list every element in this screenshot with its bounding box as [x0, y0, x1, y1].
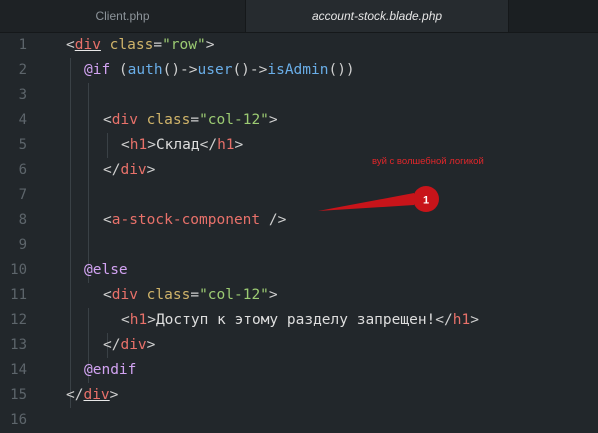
code-line-10: @else — [84, 258, 128, 283]
code-line-4: <div class="col-12"> — [103, 108, 278, 133]
code-line-14: @endif — [84, 358, 136, 383]
tag-name: h1 — [217, 137, 235, 153]
line-number: 16 — [10, 412, 27, 428]
code-line-1: <div class="row"> — [66, 33, 214, 58]
line-number: 8 — [18, 212, 27, 228]
punctuation: > — [268, 112, 278, 128]
heading-text: Склад — [155, 137, 200, 153]
tab-bar: Client.php account-stock.blade.php — [0, 0, 598, 33]
tag-name: div — [74, 37, 101, 53]
punctuation: </ — [435, 312, 453, 328]
line-number: 5 — [18, 137, 27, 153]
attribute-name: class — [146, 287, 191, 303]
line-number: 6 — [18, 162, 27, 178]
punctuation: > — [147, 312, 156, 328]
attribute-name: class — [109, 37, 154, 53]
blade-directive: @else — [84, 262, 128, 278]
tag-name: div — [120, 337, 147, 353]
line-number: 15 — [10, 387, 27, 403]
indent-guide — [107, 133, 108, 158]
line-number: 1 — [18, 37, 27, 53]
blade-directive: @if — [84, 62, 111, 78]
line-number: 12 — [10, 312, 27, 328]
line-number: 4 — [18, 112, 27, 128]
tag-name: div — [120, 162, 147, 178]
punctuation: </ — [103, 162, 121, 178]
code-line-15: </div> — [66, 383, 118, 408]
code-line-6: </div> — [103, 158, 155, 183]
code-line-5: <h1>Склад</h1> — [121, 133, 243, 158]
punctuation: > — [109, 387, 119, 403]
punctuation: < — [103, 287, 112, 303]
tab-bar-empty-area — [509, 0, 598, 32]
punctuation: ()-> — [232, 62, 268, 78]
punctuation: > — [205, 37, 215, 53]
punctuation: < — [121, 137, 130, 153]
tab-client-php[interactable]: Client.php — [0, 0, 246, 32]
attribute-value: "col-12" — [199, 287, 269, 303]
punctuation: = — [190, 112, 200, 128]
tag-name: h1 — [129, 137, 148, 153]
tag-name: div — [83, 387, 110, 403]
indent-guide — [70, 58, 71, 408]
function-name: auth — [127, 62, 163, 78]
code-line-13: </div> — [103, 333, 155, 358]
punctuation: > — [146, 162, 156, 178]
code-line-12: <h1>Доступ к этому разделу запрещен!</h1… — [121, 308, 479, 333]
line-number: 7 — [18, 187, 27, 203]
tag-name: h1 — [129, 312, 148, 328]
attribute-name: class — [146, 112, 191, 128]
attribute-value: "col-12" — [199, 112, 269, 128]
punctuation: > — [268, 287, 278, 303]
function-name: user — [197, 62, 233, 78]
punctuation: > — [234, 137, 244, 153]
line-number: 14 — [10, 362, 27, 378]
heading-text: Доступ к этому разделу запрещен! — [155, 312, 436, 328]
punctuation: /> — [260, 212, 287, 228]
punctuation: < — [103, 112, 112, 128]
punctuation: ()-> — [162, 62, 198, 78]
punctuation: </ — [103, 337, 121, 353]
punctuation: < — [66, 37, 75, 53]
annotation-text: вуй с волшебной логикой — [372, 156, 484, 167]
indent-guide — [88, 83, 89, 283]
attribute-value: "row" — [162, 37, 206, 53]
tag-name: div — [111, 287, 138, 303]
line-number: 9 — [18, 237, 27, 253]
punctuation: ()) — [328, 62, 355, 78]
punctuation: < — [103, 212, 112, 228]
line-number: 3 — [18, 87, 27, 103]
punctuation: = — [153, 37, 163, 53]
punctuation: = — [190, 287, 200, 303]
code-editor[interactable]: 1 2 3 4 5 6 7 8 9 10 11 12 13 14 15 16 <… — [0, 33, 598, 430]
function-name: isAdmin — [267, 62, 329, 78]
line-number: 13 — [10, 337, 27, 353]
punctuation: </ — [66, 387, 84, 403]
line-number: 2 — [18, 62, 27, 78]
line-number-gutter: 1 2 3 4 5 6 7 8 9 10 11 12 13 14 15 16 — [0, 33, 40, 430]
tag-name: a-stock-component — [111, 212, 261, 228]
punctuation: > — [470, 312, 479, 328]
punctuation: > — [147, 137, 156, 153]
punctuation: < — [121, 312, 130, 328]
line-number: 11 — [10, 287, 27, 303]
line-number: 10 — [10, 262, 27, 278]
tab-account-stock-blade[interactable]: account-stock.blade.php — [246, 0, 509, 32]
tag-name: h1 — [452, 312, 471, 328]
tag-name: div — [111, 112, 138, 128]
blade-directive: @endif — [84, 362, 137, 378]
punctuation: </ — [199, 137, 218, 153]
punctuation: > — [146, 337, 156, 353]
code-line-8: <a-stock-component /> — [103, 208, 286, 233]
code-line-11: <div class="col-12"> — [103, 283, 278, 308]
code-line-2: @if (auth()->user()->isAdmin()) — [84, 58, 355, 83]
punctuation: ( — [110, 62, 128, 78]
